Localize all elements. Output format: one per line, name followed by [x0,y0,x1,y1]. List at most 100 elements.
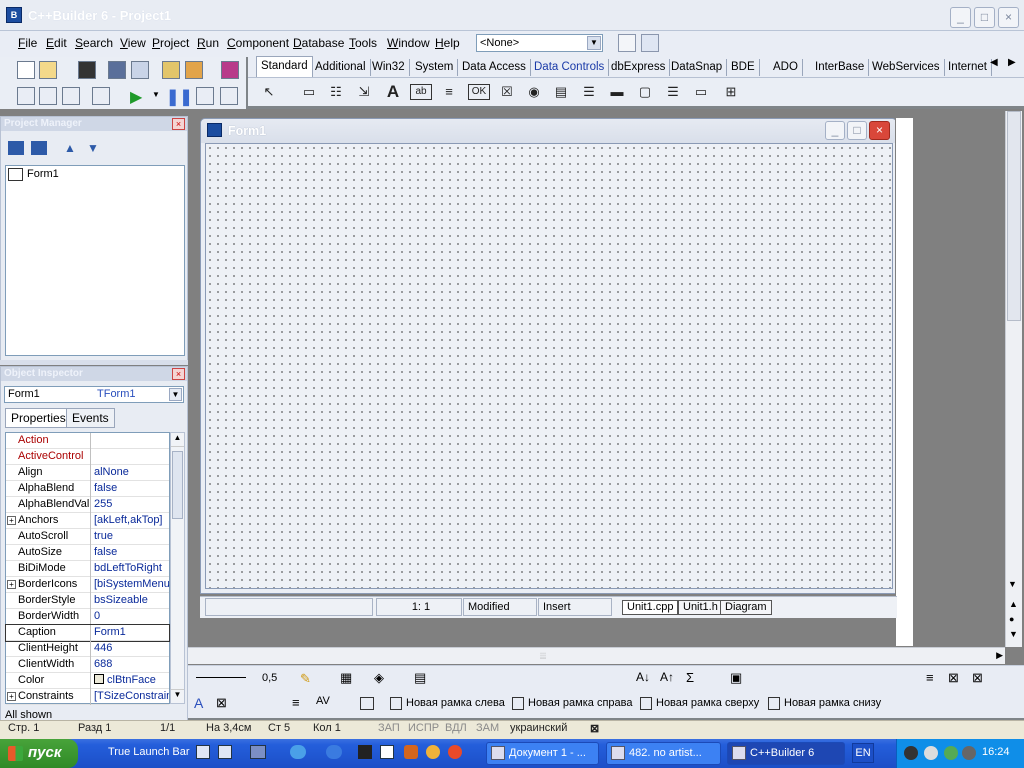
property-value[interactable]: bdLeftToRight [92,561,169,577]
property-row[interactable]: ClientWidth 688 [6,657,169,673]
run-dropdown-icon[interactable]: ▼ [152,90,160,99]
quicklaunch-label[interactable]: True Launch Bar [108,746,190,758]
help-book-icon[interactable] [221,61,239,79]
button-icon[interactable]: OK [468,84,490,100]
tab-unit1-h[interactable]: Unit1.h [678,600,723,615]
edit-icon[interactable]: ab [410,84,432,100]
view-form-icon[interactable] [39,87,57,105]
text-direction-icon[interactable]: A [194,695,203,711]
palette-tab-datasnap[interactable]: DataSnap [667,59,728,76]
status-overtype[interactable]: ЗАМ [476,722,499,734]
panel-icon[interactable]: ▭ [690,81,712,103]
property-value[interactable]: [TSizeConstrain [92,689,169,705]
property-row[interactable]: BorderWidth 0 [6,609,169,625]
sort-descending-icon[interactable]: A↑ [660,670,674,684]
step-over-icon[interactable] [220,87,238,105]
taskbar-button[interactable]: Документ 1 - ... [486,742,599,765]
property-row[interactable]: ClientHeight 446 [6,641,169,657]
start-button[interactable]: пуск [0,739,78,768]
palette-scroll-left-icon[interactable]: ◀ [990,57,998,68]
groupbox-icon[interactable]: ▢ [634,81,656,103]
taskbar-button[interactable]: 482. no artist... [606,742,721,765]
property-value[interactable]: [akLeft,akTop] [92,513,169,529]
property-row[interactable]: AutoSize false [6,545,169,561]
palette-tab-additional[interactable]: Additional [311,59,371,76]
menu-tools[interactable]: Tools [349,36,377,50]
palette-tab-dbexpress[interactable]: dbExpress [607,59,671,76]
scroll-down-icon[interactable]: ▼ [1008,579,1017,589]
property-value[interactable]: alNone [92,465,169,481]
property-value[interactable]: 255 [92,497,169,513]
move-down-icon[interactable]: ▼ [87,141,99,155]
palette-tab-internet[interactable]: Internet [944,59,992,76]
tray-speaker-icon[interactable] [904,746,918,760]
palette-tab-bde[interactable]: BDE [727,59,760,76]
autosum-icon[interactable]: Σ [686,670,694,685]
chevron-down-icon[interactable]: ▼ [169,388,182,401]
property-row[interactable]: Caption Form1 [5,624,170,642]
form1-maximize-button[interactable]: □ [847,121,867,140]
tab-properties[interactable]: Properties [5,408,72,428]
menu-window[interactable]: Window [387,36,430,50]
scroll-down-icon[interactable]: ▼ [171,689,184,703]
scroll-up-icon[interactable]: ▲ [171,433,184,447]
radiogroup-icon[interactable]: ☰ [662,81,684,103]
scroll-grip[interactable]: ⦙⦙⦙ [540,651,546,662]
property-row[interactable]: AutoScroll true [6,529,169,545]
frames-icon[interactable]: ▭ [298,81,320,103]
close-frame-icon[interactable]: ⊠ [972,670,983,686]
notepad-icon[interactable] [380,745,394,759]
status-extend[interactable]: ВДЛ [445,722,467,734]
picture-icon[interactable]: ▣ [730,670,742,686]
menu-run[interactable]: Run [197,36,219,50]
tree-item-form1[interactable]: Form1 [27,168,59,180]
combobox-icon[interactable]: ☰ [578,81,600,103]
palette-tab-data-access[interactable]: Data Access [458,59,531,76]
new-frame-below-button[interactable]: Новая рамка снизу [784,697,881,709]
run-icon[interactable]: ▶ [130,87,142,107]
spelling-status-icon[interactable]: ⊠ [590,722,599,735]
label-icon[interactable]: A [382,81,404,103]
browser-icon[interactable] [448,745,462,759]
document-horizontal-scrollbar[interactable]: ▶ ⦙⦙⦙ [188,647,1005,664]
listbox-icon[interactable]: ▤ [550,81,572,103]
shading-icon[interactable]: ◈ [374,670,384,686]
property-grid-scrollbar[interactable]: ▲ ▼ [170,432,185,704]
status-track-changes[interactable]: ИСПР [408,722,439,734]
menu-search[interactable]: Search [75,36,113,50]
pen-color-icon[interactable]: ✎ [300,671,311,687]
pause-icon[interactable]: ❚❚ [166,87,193,107]
actionlist-icon[interactable]: ⊞ [720,81,742,103]
form1-close-button[interactable]: × [869,121,890,140]
line-width-select[interactable]: 0,5 [262,672,277,684]
palette-tab-system[interactable]: System [411,59,459,76]
clock-app-icon[interactable] [426,745,440,759]
save-icon[interactable] [78,61,96,79]
property-value[interactable]: bsSizeable [92,593,169,609]
palette-tab-standard[interactable]: Standard [256,56,313,77]
property-value[interactable] [92,433,169,449]
terminal-icon[interactable] [358,745,372,759]
prev-page-icon[interactable]: ▲ [1009,599,1018,609]
palette-tab-interbase[interactable]: InterBase [811,59,870,76]
line-style-preview[interactable] [196,677,246,678]
maximize-button[interactable]: □ [974,7,995,28]
tab-events[interactable]: Events [66,408,115,428]
property-row[interactable]: ActiveControl [6,449,169,465]
palette-tab-webservices[interactable]: WebServices [868,59,945,76]
align-icon[interactable]: ≡ [292,695,300,710]
tray-antivirus-icon[interactable] [962,746,976,760]
property-value[interactable] [92,449,169,465]
new-icon[interactable] [17,61,35,79]
network-icon[interactable] [250,745,266,759]
table-of-contents-icon[interactable] [360,697,374,710]
property-row[interactable]: Action [6,433,169,449]
show-desktop-icon[interactable] [196,745,210,759]
memo-icon[interactable]: ≡ [438,81,460,103]
remove-item-icon[interactable] [31,141,47,155]
component-list-icon[interactable] [618,34,636,52]
property-row[interactable]: AlphaBlendValue 255 [6,497,169,513]
property-row[interactable]: BiDiMode bdLeftToRight [6,561,169,577]
palette-tab-win32[interactable]: Win32 [368,59,410,76]
open-project-icon[interactable] [131,61,149,79]
